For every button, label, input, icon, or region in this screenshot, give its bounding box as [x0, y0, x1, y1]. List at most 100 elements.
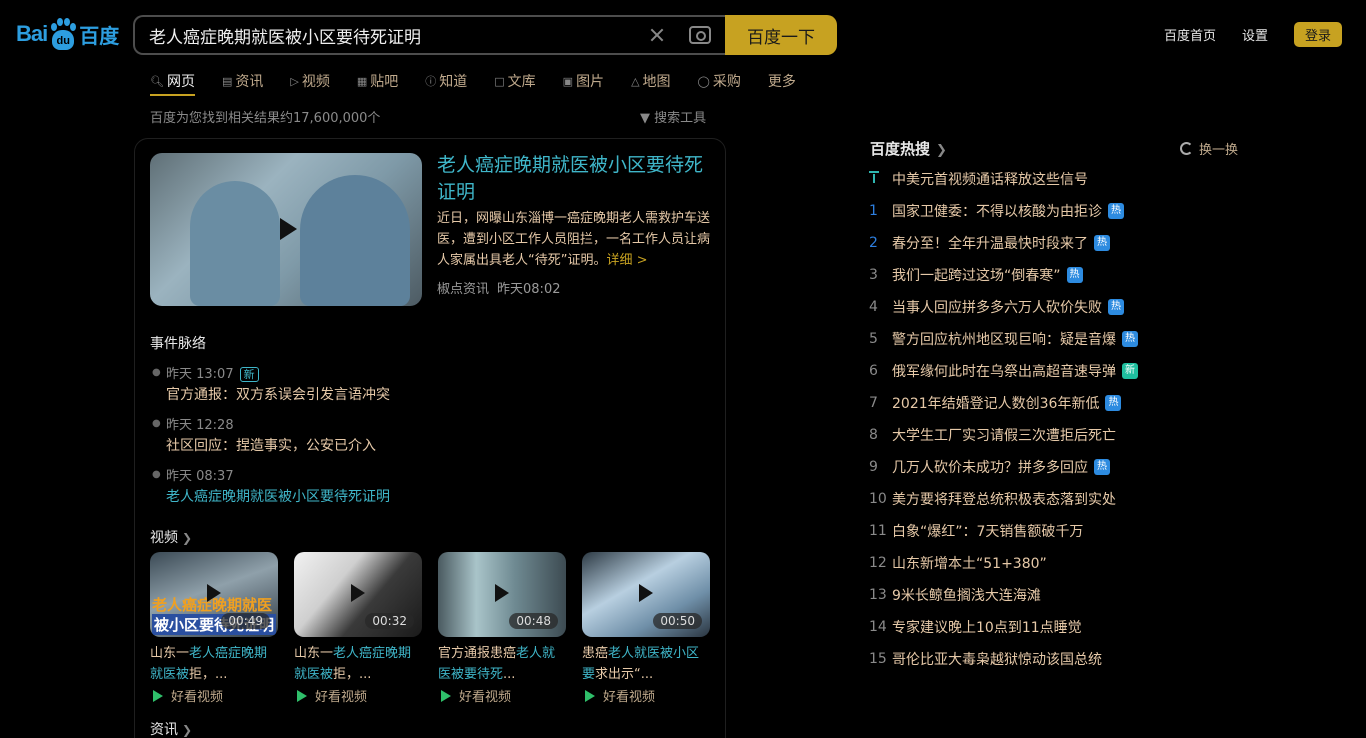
hot-rank: 13 — [869, 587, 887, 603]
hot-search-item[interactable]: 5 警方回应杭州地区现巨响：疑是音爆热 — [866, 329, 1138, 349]
hot-item-text[interactable]: 警方回应杭州地区现巨响：疑是音爆 — [892, 329, 1116, 349]
tab-wenku[interactable]: □ 文库 — [494, 68, 535, 94]
tab-label: 视频 — [301, 74, 330, 90]
hot-item-text[interactable]: 国家卫健委：不得以核酸为由拒诊 — [892, 201, 1102, 221]
news-video-thumbnail[interactable] — [150, 153, 422, 306]
tab-video[interactable]: ▷ 视频 — [290, 68, 329, 94]
hot-item-text[interactable]: 2021年结婚登记人数创36年新低 — [892, 393, 1099, 413]
hot-search-item[interactable]: 4 当事人回应拼多多六万人砍价失败热 — [866, 297, 1124, 317]
hot-search-item[interactable]: 12 山东新增本土“51+380” — [866, 553, 1047, 573]
hot-search-item[interactable]: 14 专家建议晚上10点到11点睡觉 — [866, 617, 1082, 637]
search-button[interactable]: 百度一下 — [725, 15, 837, 55]
hot-item-text[interactable]: 春分至！全年升温最快时段来了 — [892, 233, 1088, 253]
hot-item-text[interactable]: 当事人回应拼多多六万人砍价失败 — [892, 297, 1102, 317]
hot-search-item[interactable]: 13 9米长鲸鱼搁浅大连海滩 — [866, 585, 1041, 605]
video-title[interactable]: 患癌老人就医被小区要求出示“... — [582, 643, 710, 685]
timeline-dot: ● — [152, 469, 161, 480]
search-tools-label: 搜索工具 — [654, 111, 707, 126]
tab-more[interactable]: 更多 — [768, 68, 796, 94]
hot-item-text[interactable]: 山东新增本土“51+380” — [892, 553, 1047, 573]
tab-zhidao[interactable]: ⓘ 知道 — [425, 68, 467, 94]
search-tools-button[interactable]: ▼︎ 搜索工具 — [640, 107, 706, 126]
news-meta: 椒点资讯 昨天08:02 — [437, 278, 560, 297]
hot-search-item[interactable]: 10 美方要将拜登总统积极表态落到实处 — [866, 489, 1116, 509]
hot-rank: 6 — [869, 363, 878, 379]
video-thumbnail[interactable]: 00:50 — [582, 552, 710, 637]
hot-item-text[interactable]: 大学生工厂实习请假三次遭拒后死亡 — [892, 425, 1116, 445]
hot-rank: 14 — [869, 619, 887, 635]
image-icon: ▣ — [562, 74, 574, 88]
hot-item-text[interactable]: 哥伦比亚大毒枭越狱惊动该国总统 — [892, 649, 1102, 669]
question-icon: ⓘ — [425, 75, 437, 88]
map-icon: △ — [631, 74, 640, 88]
cart-icon: ◯ — [697, 74, 710, 88]
video-title-part: 山东一 — [150, 646, 190, 661]
hot-rank: 9 — [869, 459, 878, 475]
refresh-button[interactable]: 换一换 — [1180, 139, 1238, 158]
video-thumbnail[interactable]: 老人癌症晚期就医 被小区要待死证明 00:49 — [150, 552, 278, 637]
pin-icon — [869, 171, 879, 183]
video-source-text: 好看视频 — [603, 690, 656, 705]
tab-label: 贴吧 — [370, 74, 399, 90]
clear-icon[interactable] — [647, 25, 667, 45]
tab-map[interactable]: △ 地图 — [631, 68, 670, 94]
news-title[interactable]: 老人癌症晚期就医被小区要待死证明 — [437, 152, 717, 206]
tab-purchase[interactable]: ◯ 采购 — [698, 68, 741, 94]
video-title[interactable]: 官方通报患癌老人就医被要待死... — [438, 643, 566, 685]
hot-title-text: 百度热搜 — [870, 140, 931, 158]
news-more-link[interactable]: 详细 > — [606, 253, 647, 268]
baidu-logo[interactable]: Bai du 百度 — [16, 17, 119, 51]
search-input[interactable]: 老人癌症晚期就医被小区要待死证明 — [133, 15, 725, 55]
video-title[interactable]: 山东一老人癌症晚期就医被拒，... — [294, 643, 422, 685]
hot-badge: 热 — [1094, 459, 1110, 475]
tab-label: 网页 — [166, 74, 195, 90]
login-button[interactable]: 登录 — [1293, 22, 1342, 47]
video-thumbnail[interactable]: 00:48 — [438, 552, 566, 637]
news-summary: 近日，网曝山东淄博一癌症晚期老人需救护车送医，遭到小区工作人员阻拦，一名工作人员… — [437, 208, 717, 271]
event-time: 昨天 08:37 — [166, 469, 234, 484]
event-text[interactable]: 官方通报：双方系误会引发言语冲突 — [166, 384, 390, 404]
hot-item-text[interactable]: 白象“爆红”：7天销售额破千万 — [892, 521, 1083, 541]
hot-search-item[interactable]: 3 我们一起跨过这场“倒春寒” 热 — [866, 265, 1083, 285]
thumbnail-figure — [300, 175, 410, 306]
info-section-label[interactable]: 资讯 ❯ — [150, 719, 192, 738]
hot-search-item[interactable]: 9 几万人砍价未成功？拼多多回应热 — [866, 457, 1110, 477]
tab-news[interactable]: ▤ 资讯 — [222, 68, 263, 94]
hot-search-item[interactable]: 8 大学生工厂实习请假三次遭拒后死亡 — [866, 425, 1116, 445]
video-thumbnail[interactable]: 00:32 — [294, 552, 422, 637]
tab-tieba[interactable]: ▦ 贴吧 — [357, 68, 398, 94]
hot-search-item[interactable]: 11 白象“爆红”：7天销售额破千万 — [866, 521, 1083, 541]
hot-search-title[interactable]: 百度热搜 ❯ — [870, 138, 947, 159]
video-title[interactable]: 山东一老人癌症晚期就医被拒，... — [150, 643, 278, 685]
hot-item-text[interactable]: 我们一起跨过这场“倒春寒” — [892, 265, 1061, 285]
tab-label: 地图 — [642, 74, 671, 90]
hot-search-item[interactable]: 1 国家卫健委：不得以核酸为由拒诊热 — [866, 201, 1124, 221]
camera-icon[interactable] — [689, 26, 711, 44]
refresh-icon — [1180, 142, 1193, 155]
hot-item-text[interactable]: 俄军缘何此时在乌祭出高超音速导弹 — [892, 361, 1116, 381]
hot-search-item[interactable]: 7 2021年结婚登记人数创36年新低热 — [866, 393, 1122, 413]
video-item[interactable]: 00:50 患癌老人就医被小区要求出示“... 好看视频 — [582, 552, 710, 705]
hot-search-item[interactable]: 中美元首视频通话释放这些信号 — [866, 169, 1088, 189]
hot-item-text[interactable]: 美方要将拜登总统积极表态落到实处 — [892, 489, 1116, 509]
event-text[interactable]: 老人癌症晚期就医被小区要待死证明 — [166, 486, 390, 506]
video-item[interactable]: 00:32 山东一老人癌症晚期就医被拒，... 好看视频 — [294, 552, 422, 705]
video-item[interactable]: 00:48 官方通报患癌老人就医被要待死... 好看视频 — [438, 552, 566, 705]
hot-item-text[interactable]: 专家建议晚上10点到11点睡觉 — [892, 617, 1082, 637]
link-settings[interactable]: 设置 — [1242, 25, 1268, 44]
videos-section-label[interactable]: 视频 ❯ — [150, 527, 192, 547]
hot-search-item[interactable]: 15 哥伦比亚大毒枭越狱惊动该国总统 — [866, 649, 1102, 669]
event-text[interactable]: 社区回应：捏造事实，公安已介入 — [166, 435, 376, 455]
hot-search-item[interactable]: 6 俄军缘何此时在乌祭出高超音速导弹新 — [866, 361, 1138, 381]
hot-item-text[interactable]: 几万人砍价未成功？拼多多回应 — [892, 457, 1088, 477]
hot-item-text[interactable]: 9米长鲸鱼搁浅大连海滩 — [892, 585, 1041, 605]
hot-rank: 2 — [869, 235, 878, 251]
play-icon — [207, 584, 221, 602]
link-home[interactable]: 百度首页 — [1164, 25, 1216, 44]
video-item[interactable]: 老人癌症晚期就医 被小区要待死证明 00:49 山东一老人癌症晚期就医被拒，..… — [150, 552, 278, 705]
hot-search-item[interactable]: 2 春分至！全年升温最快时段来了热 — [866, 233, 1110, 253]
tab-image[interactable]: ▣ 图片 — [563, 68, 604, 94]
tab-web[interactable]: 🔍︎ 网页 — [150, 68, 195, 96]
hot-item-text[interactable]: 中美元首视频通话释放这些信号 — [892, 169, 1088, 189]
result-count: 百度为您找到相关结果约17,600,000个 — [150, 111, 381, 126]
